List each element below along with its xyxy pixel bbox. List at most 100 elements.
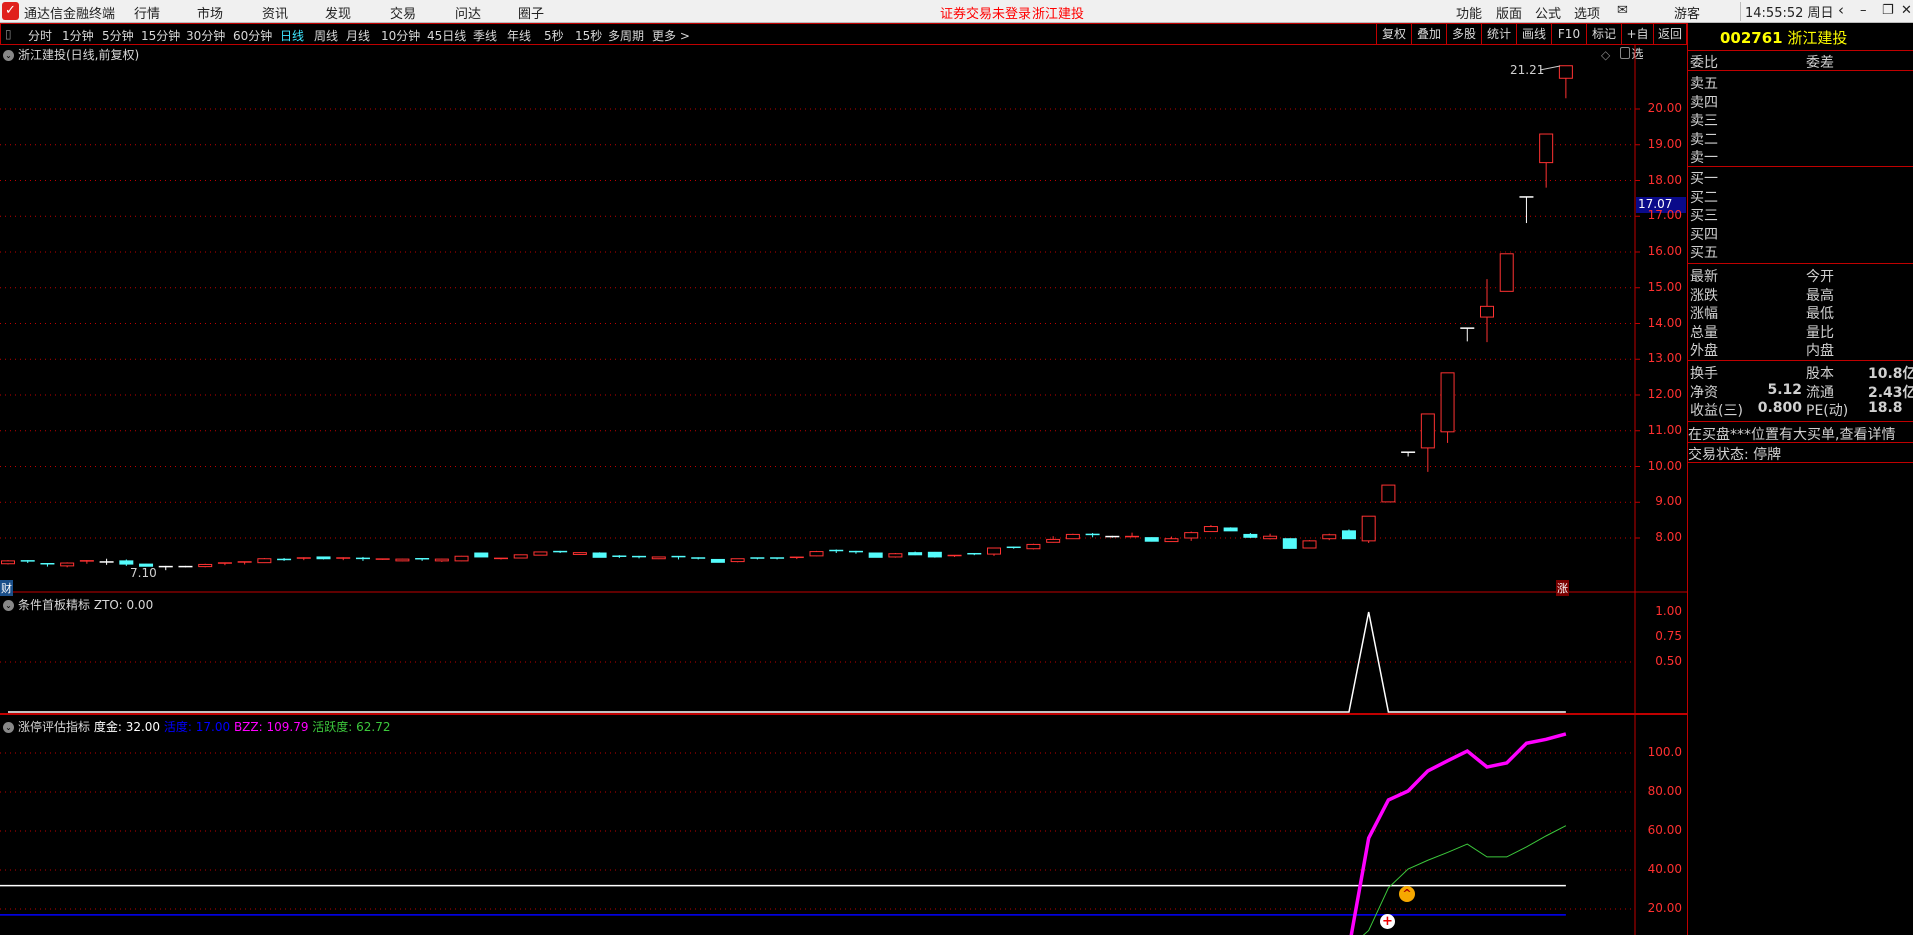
candle-body [1440,372,1455,433]
buy-level-label: 买四 [1690,226,1718,243]
price-tick-label: 11.00 [1647,422,1682,437]
main-chart-title[interactable]: ⌄ 浙江建投(日线,前复权) [3,46,139,63]
candle [1144,537,1159,542]
main-chart-title-text: 浙江建投(日线,前复权) [18,48,140,62]
trade-status: 交易状态: 停牌 [1688,447,1782,463]
candle-body [395,558,410,562]
price-tick-label: 17.00 [1647,208,1682,223]
quote-label: 最低 [1806,306,1834,322]
chevron-down-icon[interactable]: ⌄ [3,600,14,611]
candle-body [1539,133,1554,164]
candle [355,556,370,561]
candle-body [927,551,942,558]
candle-body [651,556,666,560]
candle [1420,413,1435,472]
candle [1322,533,1337,541]
buy-level-label: 买三 [1690,208,1718,224]
candle [612,555,627,559]
back-icon[interactable]: ‹ [1838,1,1844,19]
ind1-tick-label: 0.75 [1655,629,1682,643]
candle [750,557,765,560]
candle [592,552,607,558]
sell-level-label: 卖一 [1690,150,1718,166]
candle [1046,536,1061,543]
candle [1203,525,1218,533]
candle-body [1558,65,1573,79]
zto-line [8,611,1566,713]
ind2-tick-label: 60.00 [1647,823,1682,837]
panel-toggle-icon[interactable] [1620,47,1630,59]
candle-body [1046,538,1061,543]
candle [1361,515,1376,544]
ind1-tick-label: 0.50 [1655,654,1682,668]
candle [434,558,449,562]
limit-up-badge[interactable]: 涨 [1556,580,1569,596]
candle [296,557,311,561]
candle-body [474,552,489,558]
fin-value: 0.800 [1757,400,1802,416]
candle [454,555,469,562]
candle-body [316,556,331,560]
candle [158,565,173,571]
candle-body [1144,537,1159,542]
candle [1184,531,1199,541]
indicator1-title[interactable]: ⌄ 条件首板精标 ZTO: 0.00 [3,596,153,613]
candle-body [1341,530,1356,540]
fin-label: 收益(三) [1690,403,1743,419]
candle [316,556,331,560]
bzz-line [1349,732,1567,935]
minimize-icon[interactable]: – [1860,3,1867,18]
candle-body [1322,534,1337,540]
candle-body [1282,538,1297,549]
candle [1460,327,1475,342]
kline-chart[interactable] [0,0,1687,935]
candle [927,551,942,558]
quote-label: 外盘 [1690,343,1718,359]
candle [868,552,883,558]
candle [198,563,213,568]
candle-body [1065,533,1080,540]
candle [809,550,824,557]
chevron-down-icon[interactable]: ⌄ [3,50,14,61]
candle-body [1164,538,1179,543]
candle [967,552,982,556]
candle [888,553,903,558]
candle [1223,527,1238,532]
quote-label: 内盘 [1806,343,1834,359]
candle-body [1,560,15,565]
fin-label: 净资 [1690,384,1718,401]
indicator2-title[interactable]: ⌄ 涨停评估指标 度金: 32.00 活度: 17.00 BZZ: 109.79 … [3,718,391,735]
candle [1539,133,1554,188]
up-signal-icon[interactable]: ^ [1399,886,1415,902]
price-tick-label: 19.00 [1647,136,1682,151]
candle-body [908,552,923,556]
candle [20,560,35,564]
fin-value: 5.12 [1767,381,1802,398]
finance-badge[interactable]: 财 [0,580,13,596]
big-order-notice[interactable]: 在买盘***位置有大买单,查看详情 [1688,424,1895,443]
candle [277,558,292,561]
diamond-icon[interactable]: ◇ [1601,48,1610,62]
price-tick-label: 12.00 [1647,387,1682,401]
fin-label: 流通 [1806,384,1834,401]
restore-icon[interactable]: ❐ [1882,3,1894,18]
candle [395,558,410,562]
candle [415,557,430,561]
candle [1302,540,1317,549]
candle-body [572,552,587,555]
ind1-tick-label: 1.00 [1655,604,1682,618]
price-tick-label: 15.00 [1647,279,1682,294]
close-icon[interactable]: ✕ [1901,3,1912,18]
buy-signal-icon[interactable]: + [1380,914,1395,929]
price-tick-label: 9.00 [1655,494,1682,509]
candle [987,547,1001,556]
price-tick-label: 13.00 [1647,351,1682,366]
candle [79,560,94,564]
candle [553,550,568,554]
candle-body [60,562,75,567]
high-price-label: 21.21 [1510,63,1545,77]
candle-body [454,555,469,562]
chevron-down-icon[interactable]: ⌄ [3,722,14,733]
candle-body [198,563,213,568]
candle-body [1223,527,1238,532]
